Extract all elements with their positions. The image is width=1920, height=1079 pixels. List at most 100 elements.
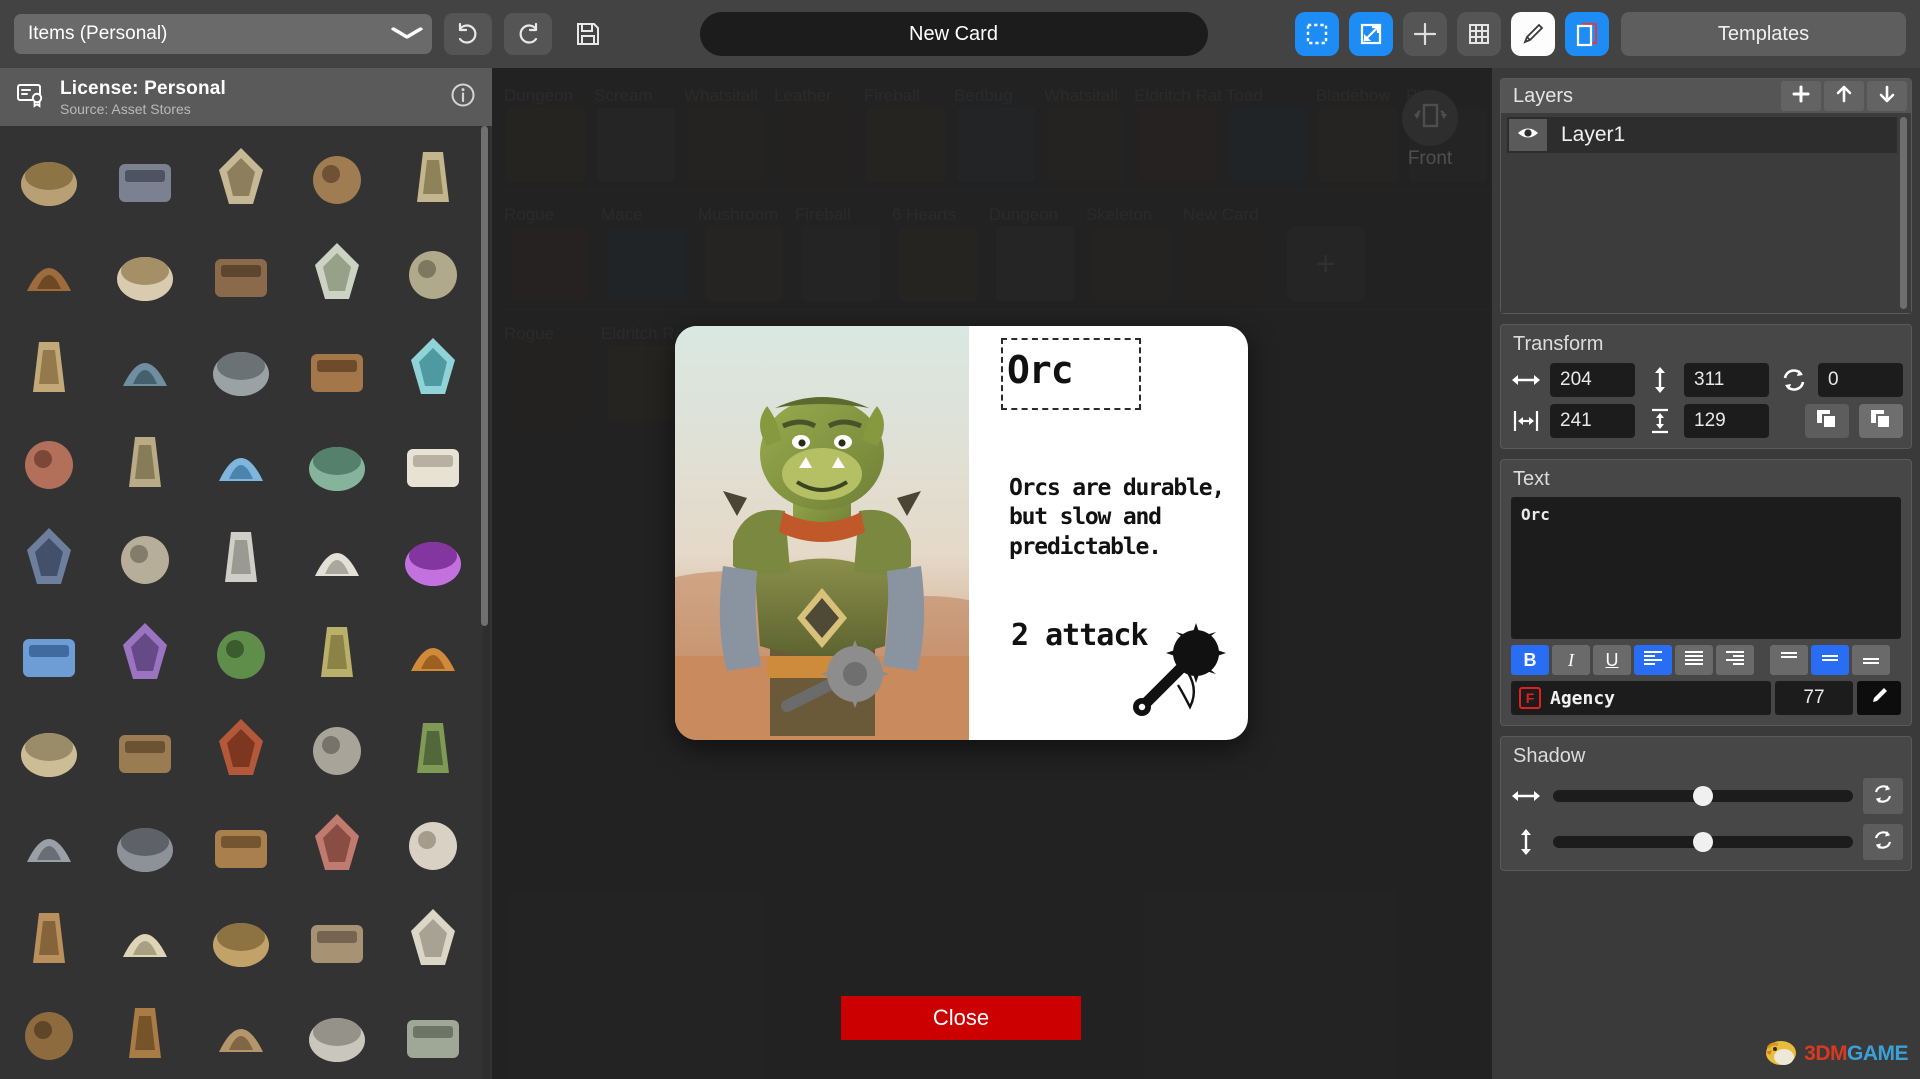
shadow-offset-x-reset-button[interactable] bbox=[1863, 778, 1903, 814]
card-title-text[interactable]: Orc bbox=[1007, 348, 1073, 392]
bold-button[interactable]: B bbox=[1511, 645, 1549, 675]
resize-tool-button[interactable] bbox=[1349, 12, 1393, 56]
align-justify-button[interactable] bbox=[1675, 645, 1713, 675]
move-layer-up-button[interactable] bbox=[1824, 81, 1864, 111]
asset-thumbnail-skull-white[interactable] bbox=[290, 510, 384, 602]
asset-thumbnail-leek-bundle[interactable] bbox=[290, 225, 384, 317]
asset-thumbnail-potion-jar[interactable] bbox=[386, 320, 480, 412]
add-element-button[interactable] bbox=[1403, 12, 1447, 56]
asset-thumbnail-raw-meat[interactable] bbox=[290, 796, 384, 888]
align-left-button[interactable] bbox=[1634, 645, 1672, 675]
transform-width-input[interactable]: 241 bbox=[1550, 404, 1635, 438]
valign-top-button[interactable] bbox=[1770, 645, 1808, 675]
asset-thumbnail-pinecone[interactable] bbox=[98, 701, 192, 793]
asset-thumbnail-anvil[interactable] bbox=[98, 130, 192, 222]
transform-y-input[interactable]: 311 bbox=[1684, 363, 1769, 397]
asset-thumbnail-leaf-stone[interactable] bbox=[386, 986, 480, 1078]
asset-thumbnail-wrapped-rock[interactable] bbox=[194, 225, 288, 317]
transform-x-input[interactable]: 204 bbox=[1550, 363, 1635, 397]
save-button[interactable] bbox=[564, 13, 612, 55]
asset-scrollbar-thumb[interactable] bbox=[481, 126, 488, 626]
asset-thumbnail-clay-vase[interactable] bbox=[2, 415, 96, 507]
asset-thumbnail-skull-gray[interactable] bbox=[194, 320, 288, 412]
asset-thumbnail-quill-feather[interactable] bbox=[386, 891, 480, 983]
asset-thumbnail-arrow-bundle[interactable] bbox=[290, 891, 384, 983]
asset-thumbnail-rope-coil[interactable] bbox=[194, 891, 288, 983]
shadow-offset-x-knob[interactable] bbox=[1693, 786, 1713, 806]
asset-thumbnail-cauldron[interactable] bbox=[98, 320, 192, 412]
layer-visibility-toggle[interactable] bbox=[1509, 119, 1547, 151]
redo-button[interactable] bbox=[504, 13, 552, 55]
asset-thumbnail-broom[interactable] bbox=[386, 225, 480, 317]
asset-thumbnail-wicker-flask[interactable] bbox=[98, 415, 192, 507]
asset-thumbnail-orb-ring[interactable] bbox=[2, 510, 96, 602]
asset-thumbnail-green-leaves[interactable] bbox=[194, 605, 288, 697]
undo-button[interactable] bbox=[444, 13, 492, 55]
valign-middle-button[interactable] bbox=[1811, 645, 1849, 675]
asset-scrollbar-track[interactable] bbox=[483, 126, 490, 1079]
layer-item[interactable]: Layer1 bbox=[1507, 117, 1897, 153]
asset-thumbnail-scroll-cards[interactable] bbox=[2, 320, 96, 412]
select-tool-button[interactable] bbox=[1295, 12, 1339, 56]
asset-thumbnail-mortar-pestle[interactable] bbox=[290, 701, 384, 793]
asset-thumbnail-flour-sack[interactable] bbox=[2, 701, 96, 793]
text-color-picker-button[interactable] bbox=[1857, 681, 1901, 715]
align-right-button[interactable] bbox=[1716, 645, 1754, 675]
asset-thumbnail-beer-tankard[interactable] bbox=[98, 225, 192, 317]
asset-thumbnail-coin-sack[interactable] bbox=[290, 130, 384, 222]
font-size-input[interactable]: 77 bbox=[1775, 681, 1853, 715]
asset-thumbnail-wooden-keg[interactable] bbox=[98, 986, 192, 1078]
asset-thumbnail-parchment[interactable] bbox=[98, 891, 192, 983]
close-button[interactable]: Close bbox=[841, 996, 1081, 1040]
collection-dropdown[interactable]: Items (Personal) bbox=[14, 14, 432, 54]
add-layer-button[interactable] bbox=[1781, 81, 1821, 111]
asset-thumbnail-seed-pouch[interactable] bbox=[194, 130, 288, 222]
brush-tool-button[interactable] bbox=[1511, 12, 1555, 56]
shadow-offset-x-slider[interactable] bbox=[1553, 790, 1853, 802]
asset-thumbnail-treasure-chest[interactable] bbox=[2, 986, 96, 1078]
move-layer-down-button[interactable] bbox=[1867, 81, 1907, 111]
asset-thumbnail-eyeball[interactable] bbox=[386, 415, 480, 507]
grid-view-button[interactable] bbox=[1457, 12, 1501, 56]
send-backward-button[interactable] bbox=[1805, 404, 1849, 438]
asset-thumbnail-potted-plant[interactable] bbox=[386, 701, 480, 793]
asset-thumbnail-wooden-crate[interactable] bbox=[290, 320, 384, 412]
asset-thumbnail-spice-pile[interactable] bbox=[194, 701, 288, 793]
asset-thumbnail-green-flask[interactable] bbox=[290, 415, 384, 507]
asset-thumbnail-crystal[interactable] bbox=[386, 510, 480, 602]
info-icon[interactable] bbox=[450, 82, 476, 113]
font-family-selector[interactable]: F Agency bbox=[1511, 681, 1771, 715]
card-name-input[interactable]: New Card bbox=[700, 12, 1208, 56]
shadow-offset-y-reset-button[interactable] bbox=[1863, 824, 1903, 860]
text-content-input[interactable]: Orc bbox=[1511, 497, 1901, 639]
asset-thumbnail-wooden-wheel[interactable] bbox=[194, 796, 288, 888]
bring-forward-button[interactable] bbox=[1859, 404, 1903, 438]
transform-height-input[interactable]: 129 bbox=[1684, 404, 1769, 438]
asset-thumbnail-brown-pouch[interactable] bbox=[194, 986, 288, 1078]
templates-button[interactable]: Templates bbox=[1621, 12, 1906, 56]
asset-thumbnail-grain-sack[interactable] bbox=[386, 130, 480, 222]
asset-thumbnail-mushroom-basket[interactable] bbox=[2, 130, 96, 222]
asset-thumbnail-stone-rock[interactable] bbox=[98, 796, 192, 888]
italic-button[interactable]: I bbox=[1552, 645, 1590, 675]
shadow-offset-y-knob[interactable] bbox=[1693, 832, 1713, 852]
card-preview[interactable]: Orc Orcs are durable, but slow and predi… bbox=[675, 326, 1248, 740]
asset-thumbnail-mandrake[interactable] bbox=[290, 605, 384, 697]
asset-thumbnail-feather[interactable] bbox=[98, 510, 192, 602]
underline-button[interactable]: U bbox=[1593, 645, 1631, 675]
shadow-offset-y-slider[interactable] bbox=[1553, 836, 1853, 848]
transform-rotation-input[interactable]: 0 bbox=[1818, 363, 1903, 397]
asset-thumbnail-pale-stone[interactable] bbox=[290, 986, 384, 1078]
valign-bottom-button[interactable] bbox=[1852, 645, 1890, 675]
card-description-text[interactable]: Orcs are durable, but slow and predictab… bbox=[1009, 474, 1239, 562]
card-back-button[interactable] bbox=[1565, 12, 1609, 56]
asset-thumbnail-pumpkin[interactable] bbox=[386, 605, 480, 697]
asset-thumbnail-purple-herb[interactable] bbox=[98, 605, 192, 697]
asset-thumbnail-bone-pile[interactable] bbox=[194, 510, 288, 602]
asset-thumbnail-blue-vial[interactable] bbox=[2, 605, 96, 697]
asset-thumbnail-wood-barrel[interactable] bbox=[2, 225, 96, 317]
asset-thumbnail-mushroom-red[interactable] bbox=[386, 796, 480, 888]
asset-thumbnail-log-wood[interactable] bbox=[2, 891, 96, 983]
layers-scrollbar[interactable] bbox=[1900, 117, 1907, 309]
asset-thumbnail-blue-potion[interactable] bbox=[194, 415, 288, 507]
